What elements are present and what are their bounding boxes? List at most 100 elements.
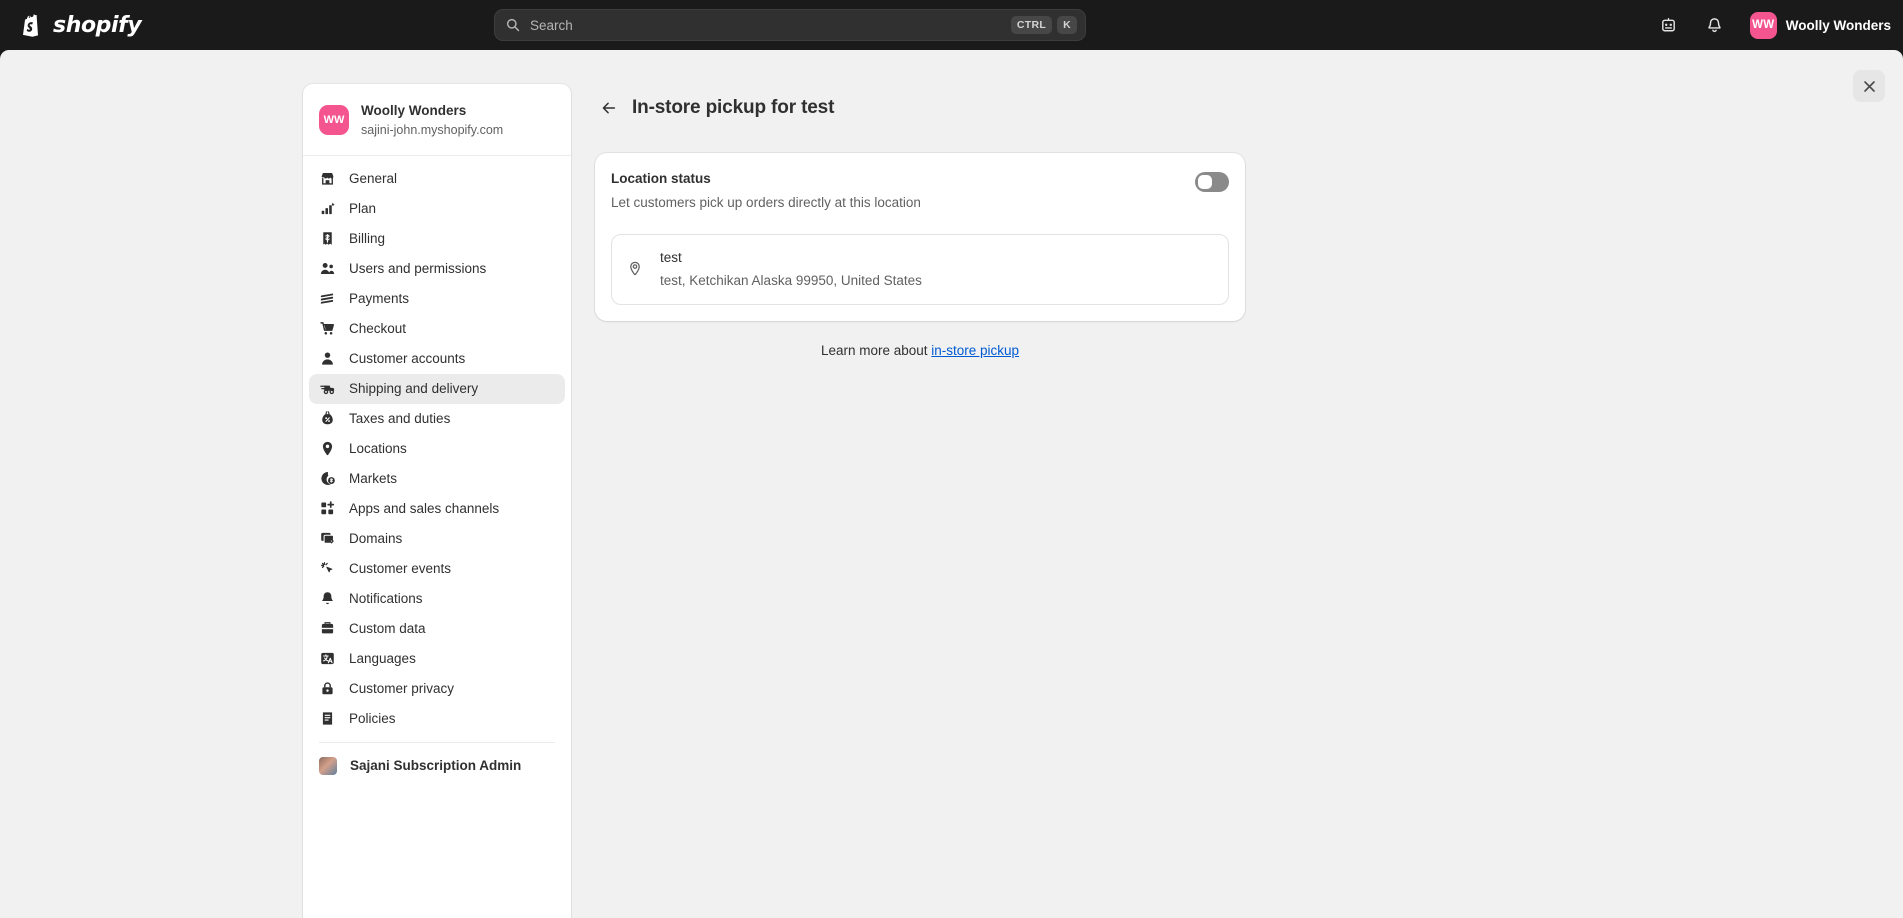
- sidebar-item-label: Shipping and delivery: [349, 381, 479, 397]
- location-pin-icon: [322, 442, 333, 456]
- sidekick-button[interactable]: [1655, 11, 1683, 39]
- sidebar-item-label: Markets: [349, 471, 398, 487]
- page-header: In-store pickup for test: [595, 84, 1295, 132]
- toggle-knob: [1198, 175, 1212, 189]
- arrow-left-icon[interactable]: [600, 99, 618, 117]
- notifications-button[interactable]: [1701, 11, 1729, 39]
- top-navigation-bar: shopify Search CTRL K WW Woolly Wonders: [0, 0, 1903, 50]
- status-title: Location status: [611, 171, 711, 186]
- sidebar-item-customer-accounts[interactable]: Customer accounts: [309, 344, 565, 374]
- languages-icon: [321, 653, 334, 665]
- user-name-label: Woolly Wonders: [1785, 17, 1891, 33]
- person-icon: [322, 352, 333, 365]
- location-texts: test test, Ketchikan Alaska 99950, Unite…: [660, 248, 922, 292]
- payment-card-icon: [320, 293, 334, 304]
- sidebar-item-label: Customer privacy: [349, 681, 455, 697]
- sidebar-item-payments[interactable]: Payments: [309, 284, 565, 314]
- receipt-dollar-icon: [323, 232, 332, 245]
- location-address: test, Ketchikan Alaska 99950, United Sta…: [660, 272, 922, 288]
- shopify-logo[interactable]: shopify: [20, 0, 142, 50]
- sidebar-item-shipping-and-delivery[interactable]: Shipping and delivery: [309, 373, 565, 404]
- chart-bar-icon: [321, 202, 335, 215]
- sidebar-item-label: Notifications: [349, 591, 423, 607]
- app-thumbnail-icon: [319, 756, 337, 775]
- sidebar-item-general[interactable]: General: [309, 164, 565, 194]
- sidebar-item-label: Locations: [349, 441, 407, 457]
- learn-more-prefix: Learn more about: [820, 343, 932, 358]
- settings-sidebar: WW Woolly Wonders sajini-john.myshopify.…: [303, 84, 571, 918]
- lock-privacy-icon: [322, 682, 333, 695]
- sidebar-item-label: General: [349, 171, 398, 187]
- sidebar-item-customer-events[interactable]: Customer events: [309, 554, 565, 584]
- sidebar-item-label: Billing: [349, 231, 386, 247]
- sidebar-item-label: Languages: [349, 651, 416, 667]
- user-menu-button[interactable]: WW Woolly Wonders: [1747, 9, 1897, 42]
- sidebar-item-label: Taxes and duties: [349, 411, 451, 427]
- close-button[interactable]: [1853, 70, 1885, 102]
- tax-bag-icon: [322, 411, 333, 425]
- sidebar-item-taxes-and-duties[interactable]: Taxes and duties: [309, 404, 565, 434]
- sidebar-item-label: Sajani Subscription Admin: [350, 758, 522, 774]
- sidebar-item-label: Policies: [349, 711, 396, 727]
- settings-nav-list: General Plan Billing Users and permissions P…: [303, 156, 571, 781]
- store-domain: sajini-john.myshopify.com: [361, 122, 504, 137]
- store-switcher[interactable]: WW Woolly Wonders sajini-john.myshopify.…: [303, 84, 571, 156]
- sidebar-item-domains[interactable]: Domains: [309, 524, 565, 554]
- location-name: test: [660, 249, 682, 265]
- status-subtitle: Let customers pick up orders directly at…: [611, 195, 921, 211]
- sidebar-item-label: Plan: [349, 201, 377, 217]
- people-icon: [320, 263, 335, 275]
- search-input[interactable]: Search CTRL K: [494, 9, 1086, 41]
- sidebar-item-label: Custom data: [349, 621, 426, 637]
- shortcut-ctrl-key: CTRL: [1010, 16, 1053, 34]
- location-status-toggle[interactable]: [1195, 172, 1229, 192]
- shopping-cart-icon: [320, 322, 335, 335]
- sidebar-item-apps-and-sales-channels[interactable]: Apps and sales channels: [309, 494, 565, 524]
- in-store-pickup-link[interactable]: in-store pickup: [931, 343, 1019, 358]
- sidebar-item-policies[interactable]: Policies: [309, 704, 565, 734]
- sidebar-item-locations[interactable]: Locations: [309, 434, 565, 464]
- search-icon: [506, 18, 520, 32]
- topbar-actions: WW Woolly Wonders: [1655, 0, 1903, 50]
- apps-grid-plus-icon: [321, 501, 335, 515]
- sidebar-item-label: Domains: [349, 531, 403, 547]
- sidebar-divider: [319, 741, 555, 743]
- store-name: Woolly Wonders: [361, 103, 467, 118]
- store-avatar: WW: [319, 104, 349, 135]
- database-icon: [321, 622, 334, 634]
- bell-icon: [322, 592, 333, 605]
- shopify-wordmark: shopify: [53, 12, 142, 38]
- store-icon: [321, 173, 334, 185]
- shopify-bag-icon: [23, 14, 38, 37]
- search-placeholder-text: Search: [530, 17, 573, 33]
- sidebar-item-label: Payments: [349, 291, 410, 307]
- sidebar-item-plan[interactable]: Plan: [309, 194, 565, 224]
- sidebar-item-label: Customer accounts: [349, 351, 466, 367]
- sidebar-item-custom-data[interactable]: Custom data: [309, 614, 565, 644]
- status-row: Location status Let customers pick up or…: [611, 169, 1229, 214]
- bell-icon: [1708, 17, 1721, 32]
- sidebar-item-checkout[interactable]: Checkout: [309, 314, 565, 344]
- avatar: WW: [1749, 11, 1777, 39]
- sidebar-item-sajani-subscription-admin[interactable]: Sajani Subscription Admin: [309, 751, 565, 781]
- policies-document-icon: [322, 712, 333, 725]
- globe-dollar-icon: [321, 472, 335, 486]
- location-pin-icon: [630, 261, 640, 276]
- sidekick-robot-icon: [1662, 17, 1676, 31]
- sidebar-item-customer-privacy[interactable]: Customer privacy: [309, 674, 565, 704]
- sidebar-item-markets[interactable]: Markets: [309, 464, 565, 494]
- learn-more-text: Learn more about in-store pickup: [595, 343, 1245, 358]
- sidebar-item-billing[interactable]: Billing: [309, 224, 565, 254]
- close-icon: [1863, 80, 1875, 92]
- sidebar-item-languages[interactable]: Languages: [309, 644, 565, 674]
- sidebar-item-label: Customer events: [349, 561, 452, 577]
- location-status-card: Location status Let customers pick up or…: [595, 153, 1245, 321]
- sidebar-item-notifications[interactable]: Notifications: [309, 584, 565, 614]
- sidebar-item-label: Users and permissions: [349, 261, 487, 277]
- location-row: test test, Ketchikan Alaska 99950, Unite…: [611, 233, 1229, 305]
- sidebar-item-users-and-permissions[interactable]: Users and permissions: [309, 254, 565, 284]
- shortcut-k-key: K: [1057, 16, 1077, 34]
- settings-modal: WW Woolly Wonders sajini-john.myshopify.…: [0, 50, 1903, 918]
- delivery-truck-icon: [320, 385, 335, 395]
- main-content: In-store pickup for test Location status…: [595, 84, 1295, 358]
